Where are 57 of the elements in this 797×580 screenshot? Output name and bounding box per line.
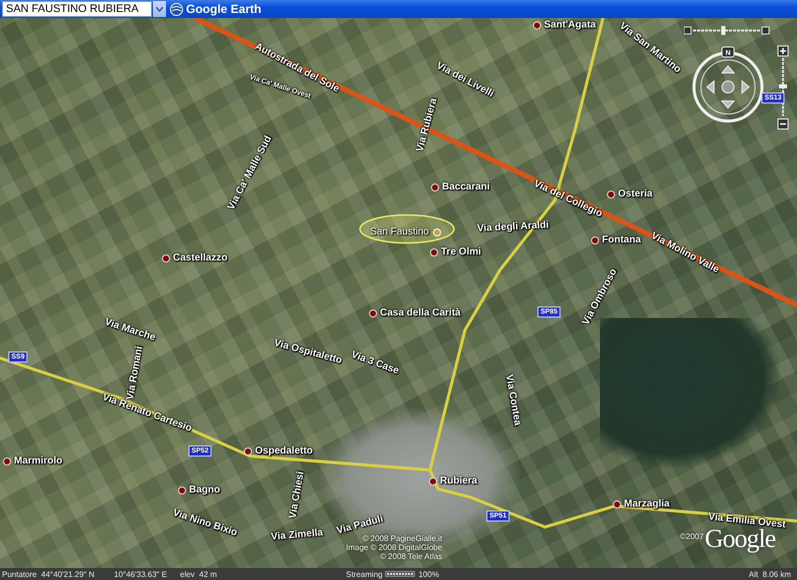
- tilt-slider-thumb[interactable]: [721, 26, 726, 35]
- dropdown-button[interactable]: [153, 1, 166, 17]
- place-marker-icon[interactable]: [244, 447, 252, 455]
- place-marker-icon[interactable]: [607, 190, 615, 198]
- place-label: Marzaglia: [624, 498, 670, 510]
- zoom-slider-thumb[interactable]: [779, 84, 787, 88]
- app-title: Google Earth: [186, 2, 262, 16]
- pointer-coordinates: Puntatore 44°40'21.29" N: [2, 570, 96, 578]
- zoom-out-icon[interactable]: [778, 118, 788, 130]
- road-label: Via Ca' Malle Sud: [226, 134, 274, 212]
- place-label: Sant'Agata: [544, 20, 596, 30]
- place-label: Casa della Carità: [380, 308, 461, 318]
- road-label: Via Zimella: [270, 527, 324, 543]
- search-field[interactable]: SAN FAUSTINO RUBIERA: [2, 1, 152, 17]
- place-marker-icon[interactable]: [3, 457, 11, 465]
- road-label: Via Contea: [503, 374, 523, 426]
- globe-icon: [170, 2, 183, 16]
- place-marker-icon[interactable]: [431, 183, 439, 191]
- road-label: Via Rubiera: [414, 97, 440, 153]
- streaming-label: Streaming: [346, 570, 382, 578]
- attribution-text: Image © 2008 DigitalGlobe: [346, 543, 442, 552]
- place-label: Ospedaletto: [255, 446, 313, 456]
- place-label: Fontana: [602, 234, 641, 246]
- tilt-slider[interactable]: [684, 26, 770, 35]
- attribution-text: © 2008 Tele Atlas: [380, 552, 442, 561]
- road-label: Via Nino Bixio: [171, 507, 239, 539]
- road-label: Via Marche: [103, 316, 157, 344]
- elevation-text: elev 42 m: [180, 570, 218, 578]
- place-label: Baccarani: [442, 182, 490, 192]
- place-marker-icon[interactable]: [369, 309, 377, 317]
- zoom-in-icon[interactable]: [778, 46, 788, 56]
- road-label: Via degli Araldi: [476, 220, 550, 234]
- longitude-text: 10°46'33.63" E: [114, 570, 168, 578]
- search-result-marker-icon[interactable]: [433, 228, 441, 236]
- road-label: Via Chiesi: [287, 470, 307, 520]
- road-label: Via 3 Case: [350, 349, 400, 377]
- streaming-percent: 100%: [418, 570, 439, 578]
- caret-icon: [156, 6, 163, 12]
- place-marker-icon[interactable]: [429, 477, 437, 485]
- place-marker-icon[interactable]: [162, 254, 170, 262]
- road-label: Via Paduli: [336, 514, 384, 536]
- place-label: Rubiera: [440, 476, 478, 486]
- altitude-text: Alt 8.06 km: [748, 570, 791, 578]
- copyright-text: ©2007: [680, 532, 704, 541]
- place-marker-icon[interactable]: [591, 236, 599, 244]
- attribution-text: © 2008 PagineGialle.it: [362, 534, 442, 543]
- place-label: Osteria: [618, 188, 652, 200]
- place-label: Marmirolo: [14, 456, 62, 466]
- navigation-ring[interactable]: [692, 52, 764, 122]
- place-label: Bagno: [189, 484, 220, 496]
- place-marker-icon[interactable]: [430, 248, 438, 256]
- place-marker-icon[interactable]: [613, 500, 621, 508]
- search-result-label: San Faustino: [370, 226, 429, 238]
- place-marker-icon[interactable]: [533, 21, 541, 29]
- place-marker-icon[interactable]: [178, 486, 186, 494]
- place-label: Castellazzo: [173, 252, 228, 264]
- place-label: Tre Olmi: [441, 246, 482, 258]
